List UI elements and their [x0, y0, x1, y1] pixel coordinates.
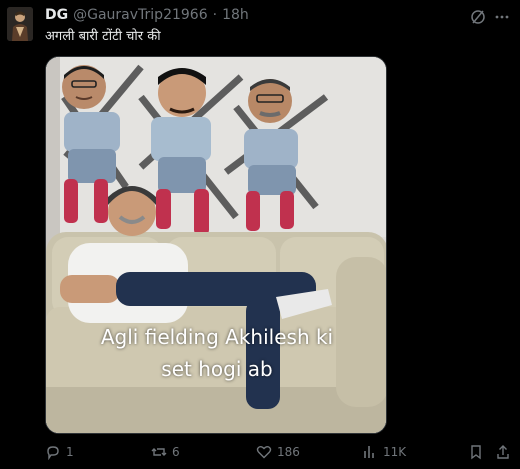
- tweet-text: अगली बारी टोंटी चोर की: [45, 29, 161, 44]
- views-button[interactable]: 11K: [362, 444, 406, 460]
- like-count: 186: [277, 445, 300, 459]
- reply-button[interactable]: 1: [45, 444, 74, 460]
- reply-count: 1: [66, 445, 74, 459]
- display-name[interactable]: DG: [45, 7, 68, 23]
- heart-icon: [256, 444, 272, 460]
- more-options-icon[interactable]: [492, 7, 512, 27]
- bookmark-button[interactable]: [468, 444, 484, 460]
- retweet-count: 6: [172, 445, 180, 459]
- share-icon: [495, 444, 511, 460]
- tweet: DG @GauravTrip21966 · 18h अगली बारी टोंट…: [0, 0, 520, 469]
- tweet-image[interactable]: Agli fielding Akhilesh ki set hogi ab: [45, 56, 387, 434]
- reply-icon: [45, 444, 61, 460]
- tweet-actions: 1 6 186 11K: [45, 444, 515, 464]
- bookmark-icon: [468, 444, 484, 460]
- grok-icon[interactable]: [468, 7, 488, 27]
- retweet-icon: [151, 444, 167, 460]
- share-button[interactable]: [495, 444, 511, 460]
- like-button[interactable]: 186: [256, 444, 300, 460]
- meme-caption-line1: Agli fielding Akhilesh ki: [100, 325, 334, 349]
- meme-caption-line2: set hogi ab: [161, 357, 273, 381]
- retweet-button[interactable]: 6: [151, 444, 180, 460]
- timestamp[interactable]: 18h: [222, 7, 249, 23]
- tweet-header: DG @GauravTrip21966 · 18h: [45, 7, 249, 23]
- avatar[interactable]: [7, 7, 33, 41]
- user-handle[interactable]: @GauravTrip21966: [73, 7, 207, 23]
- views-icon: [362, 444, 378, 460]
- separator-dot: ·: [212, 7, 218, 23]
- views-count: 11K: [383, 445, 407, 459]
